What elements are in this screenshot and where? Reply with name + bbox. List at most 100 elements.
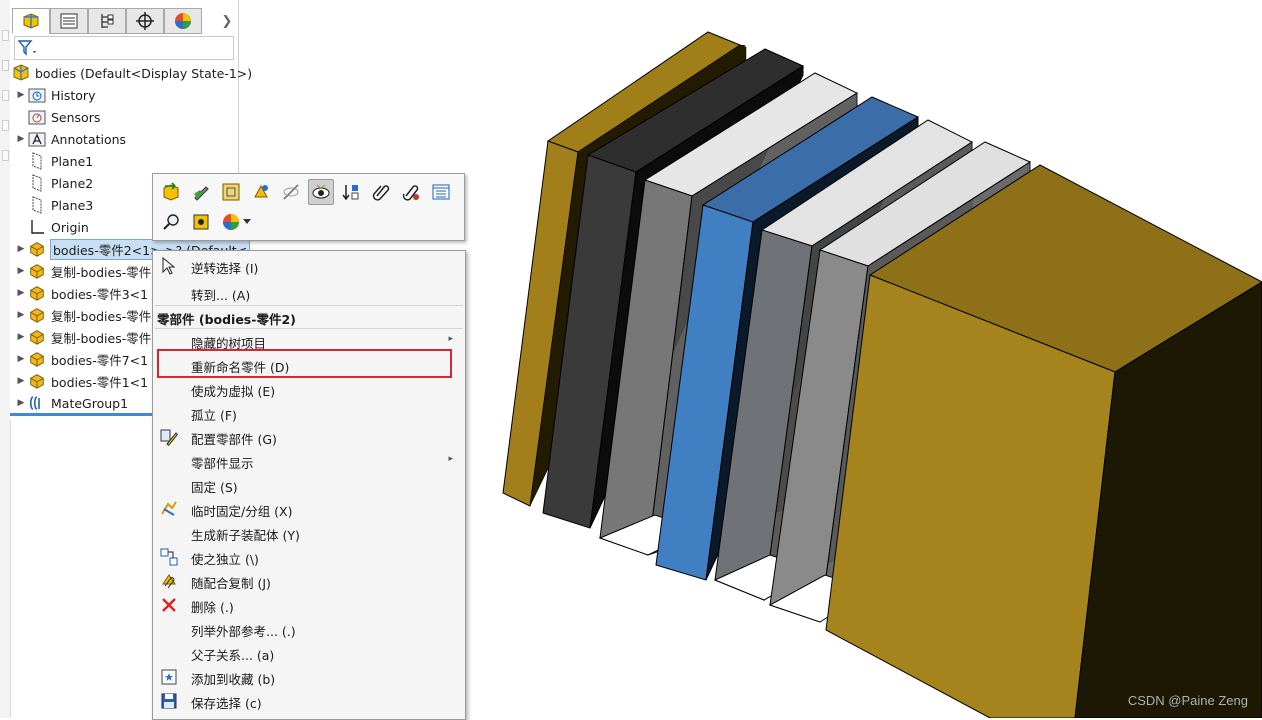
appearance-icon[interactable] <box>248 179 274 205</box>
tab-property-manager[interactable] <box>50 8 88 34</box>
dock-handle[interactable] <box>2 60 9 71</box>
menu-item-goto[interactable]: 转到... (A) <box>153 281 465 305</box>
dropdown-arrow-icon[interactable] <box>241 209 253 235</box>
tree-filter[interactable] <box>14 36 234 60</box>
display-manager-icon <box>175 13 191 29</box>
expand-arrow-icon[interactable]: ▶ <box>14 90 28 100</box>
tree-item-label: Sensors <box>51 109 101 125</box>
tree-item-part[interactable]: ▶ bodies-零件7<1 <box>14 348 148 370</box>
transparency-icon[interactable] <box>338 179 364 205</box>
filter-icon[interactable] <box>18 40 38 56</box>
tree-item-sensors[interactable]: Sensors <box>14 106 100 128</box>
part-icon <box>28 240 46 258</box>
menu-item-add-to-favorites[interactable]: 添加到收藏 (b) <box>153 665 465 689</box>
menu-item-delete[interactable]: 删除 (.) <box>153 593 465 617</box>
menu-item-label: 使成为虚拟 (E) <box>191 384 276 399</box>
menu-item-fix[interactable]: 固定 (S) <box>153 473 465 497</box>
menu-item-new-subassembly[interactable]: 生成新子装配体 (Y) <box>153 521 465 545</box>
expand-arrow-icon[interactable]: ▶ <box>14 398 28 408</box>
menu-item-label: 删除 (.) <box>191 600 234 615</box>
tree-item-history[interactable]: ▶ History <box>14 84 95 106</box>
properties-icon[interactable] <box>428 179 454 205</box>
annotations-icon <box>28 130 46 148</box>
menu-item-label: 零部件显示 <box>191 456 254 471</box>
menu-item-configure-component[interactable]: 配置零部件 (G) <box>153 425 465 449</box>
tree-item-part[interactable]: ▶ 复制-bodies-零件 <box>14 260 151 282</box>
menu-item-label: 添加到收藏 (b) <box>191 672 276 687</box>
part-icon <box>28 350 46 368</box>
tree-item-origin[interactable]: Origin <box>14 216 89 238</box>
menu-item-label: 随配合复制 (J) <box>191 576 271 591</box>
expand-arrow-icon[interactable]: ▶ <box>14 332 28 342</box>
tree-item-mategroup[interactable]: ▶ MateGroup1 <box>14 392 129 414</box>
menu-item-isolate[interactable]: 孤立 (F) <box>153 401 465 425</box>
expand-arrow-icon[interactable]: ▶ <box>14 354 28 364</box>
mates-icon <box>28 394 46 412</box>
tree-item-part[interactable]: ▶ bodies-零件3<1 <box>14 282 148 304</box>
tree-item-annotations[interactable]: ▶ Annotations <box>14 128 126 150</box>
hide-icon[interactable] <box>278 179 304 205</box>
menu-item-label: 列举外部参考... (.) <box>191 624 296 639</box>
save-selection-icon <box>159 692 179 710</box>
tab-feature-manager[interactable] <box>12 8 50 34</box>
part-icon <box>28 284 46 302</box>
expand-arrow-icon[interactable]: ▶ <box>14 376 28 386</box>
expand-arrow-icon[interactable]: ▶ <box>14 134 28 144</box>
tab-display-manager[interactable] <box>164 8 202 34</box>
plane-icon <box>28 196 46 214</box>
tree-item-plane1[interactable]: Plane1 <box>14 150 93 172</box>
mate-icon[interactable] <box>398 179 424 205</box>
delete-icon <box>159 596 179 614</box>
menu-item-list-external-refs[interactable]: 列举外部参考... (.) <box>153 617 465 641</box>
zoom-to-selection-icon[interactable] <box>158 209 184 235</box>
graphics-viewport[interactable] <box>470 0 1262 718</box>
visibility-icon[interactable] <box>308 179 334 205</box>
tree-root[interactable]: bodies (Default<Display State-1>) <box>12 62 252 84</box>
expand-arrow-icon[interactable]: ▶ <box>14 310 28 320</box>
dock-handle[interactable] <box>2 120 9 131</box>
menu-item-component-display[interactable]: 零部件显示 ▸ <box>153 449 465 473</box>
menu-item-make-independent[interactable]: 使之独立 (\) <box>153 545 465 569</box>
temp-fix-icon <box>159 500 179 518</box>
context-toolbar <box>152 173 465 241</box>
origin-icon <box>28 218 46 236</box>
open-part-icon[interactable] <box>158 179 184 205</box>
expand-arrow-icon[interactable]: ▶ <box>14 266 28 276</box>
menu-item-invert-selection[interactable]: 逆转选择 (I) <box>153 254 465 278</box>
tree-item-part[interactable]: ▶ bodies-零件1<1 <box>14 370 148 392</box>
tabs-scroll-right-icon[interactable]: ❯ <box>218 8 236 34</box>
dock-handle[interactable] <box>2 150 9 161</box>
tab-configuration-manager[interactable] <box>88 8 126 34</box>
menu-item-make-virtual[interactable]: 使成为虚拟 (E) <box>153 377 465 401</box>
property-manager-icon <box>60 13 78 29</box>
dock-handle[interactable] <box>2 30 9 41</box>
menu-item-save-selection[interactable]: 保存选择 (c) <box>153 689 465 713</box>
assembly-icon[interactable] <box>218 179 244 205</box>
tree-item-label: Annotations <box>51 131 127 147</box>
tree-item-label: bodies-零件1<1 <box>51 374 149 390</box>
menu-item-parent-child[interactable]: 父子关系... (a) <box>153 641 465 665</box>
menu-item-copy-with-mates[interactable]: 随配合复制 (J) <box>153 569 465 593</box>
tree-item-label: bodies-零件3<1 <box>51 286 149 302</box>
history-folder-icon <box>28 86 46 104</box>
paperclip-icon[interactable] <box>368 179 394 205</box>
part-icon <box>28 372 46 390</box>
expand-arrow-icon[interactable]: ▶ <box>14 288 28 298</box>
view-icon[interactable] <box>188 209 214 235</box>
edit-part-icon[interactable] <box>188 179 214 205</box>
tab-dimxpert-manager[interactable] <box>126 8 164 34</box>
feature-manager-icon <box>23 13 39 29</box>
menu-item-label: 使之独立 (\) <box>191 552 259 567</box>
tree-item-part[interactable]: ▶ 复制-bodies-零件 <box>14 304 151 326</box>
tree-item-plane3[interactable]: Plane3 <box>14 194 93 216</box>
expand-arrow-icon[interactable]: ▶ <box>14 244 28 254</box>
menu-item-label: 固定 (S) <box>191 480 238 495</box>
tree-item-plane2[interactable]: Plane2 <box>14 172 93 194</box>
menu-item-label: 临时固定/分组 (X) <box>191 504 293 519</box>
menu-item-temp-fix-group[interactable]: 临时固定/分组 (X) <box>153 497 465 521</box>
menu-item-label: 转到... (A) <box>191 288 251 303</box>
dock-handle[interactable] <box>2 90 9 101</box>
context-menu: 逆转选择 (I) 转到... (A) 零部件 (bodies-零件2) 隐藏的树… <box>152 250 466 720</box>
rename-highlight-box <box>157 349 452 378</box>
tree-item-part[interactable]: ▶ 复制-bodies-零件 <box>14 326 151 348</box>
